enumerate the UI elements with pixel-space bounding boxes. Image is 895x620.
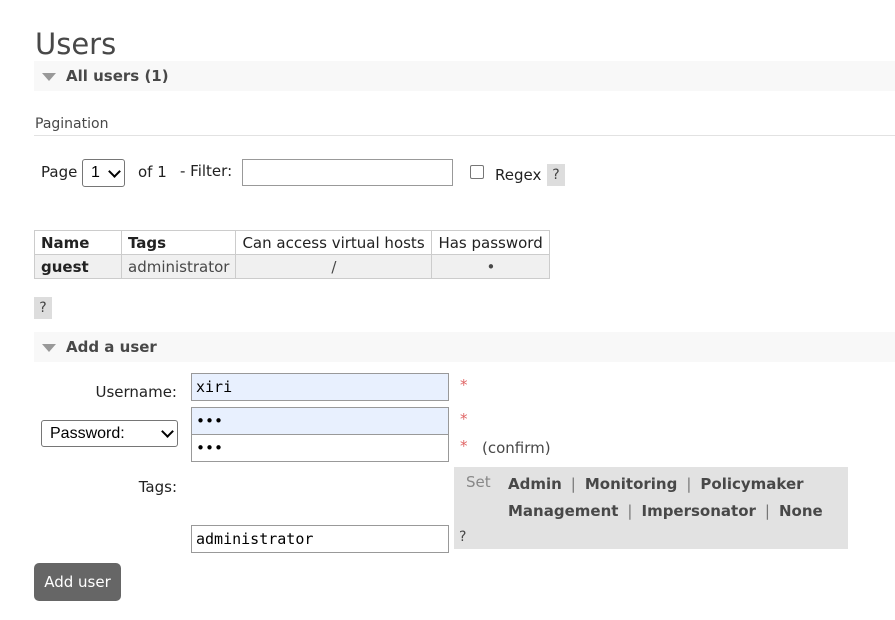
chevron-down-icon — [161, 425, 174, 438]
tag-separator: | — [686, 475, 692, 493]
tags-help-button[interactable]: ? — [459, 529, 466, 545]
user-name-link[interactable]: guest — [34, 254, 122, 279]
filter-label: - Filter: — [180, 162, 233, 180]
column-header-name[interactable]: Name — [34, 230, 122, 255]
chevron-down-icon — [108, 164, 121, 178]
tag-option-policymaker[interactable]: Policymaker — [700, 475, 803, 493]
table-help-button[interactable]: ? — [34, 297, 52, 319]
page-label: Page — [41, 163, 78, 181]
of-pages-label: of 1 — [138, 163, 167, 181]
collapse-triangle-icon — [42, 73, 56, 81]
tags-label: Tags: — [138, 478, 177, 496]
password-type-value: Password: — [50, 424, 125, 442]
column-header-vhosts[interactable]: Can access virtual hosts — [235, 230, 433, 255]
tag-option-admin[interactable]: Admin — [508, 475, 562, 493]
pagination-divider — [34, 135, 895, 136]
add-user-section-label: Add a user — [66, 338, 157, 356]
add-user-button[interactable]: Add user — [34, 563, 121, 601]
tag-option-monitoring[interactable]: Monitoring — [585, 475, 677, 493]
pagination-heading: Pagination — [35, 116, 109, 132]
password-type-select[interactable]: Password: — [41, 420, 178, 447]
tag-separator: | — [764, 502, 770, 520]
password-required-mark: * — [460, 410, 468, 428]
filter-input[interactable] — [242, 159, 453, 186]
all-users-section-header[interactable]: All users (1) — [34, 61, 895, 91]
password-confirm-input[interactable]: ••• — [191, 434, 449, 462]
regex-help-button[interactable]: ? — [547, 164, 565, 186]
confirm-required-mark: * — [460, 437, 468, 455]
tags-input[interactable]: administrator — [191, 525, 449, 553]
user-vhosts-cell: / — [235, 254, 433, 279]
column-header-has-password[interactable]: Has password — [431, 230, 551, 255]
password-input[interactable]: ••• — [191, 407, 449, 435]
tags-panel: Set Admin | Monitoring | Policymaker Managem… — [454, 467, 848, 549]
tag-separator: | — [627, 502, 633, 520]
set-tags-label: Set — [466, 473, 491, 491]
add-user-section-header[interactable]: Add a user — [34, 332, 895, 362]
regex-checkbox[interactable] — [470, 165, 484, 179]
user-tags-cell: administrator — [120, 254, 237, 279]
confirm-label: (confirm) — [482, 439, 551, 457]
username-label: Username: — [95, 383, 177, 401]
table-header-row: Name Tags Can access virtual hosts Has p… — [34, 230, 551, 255]
tag-options-row-1: Admin | Monitoring | Policymaker — [508, 475, 804, 493]
all-users-label: All users (1) — [66, 67, 169, 85]
page-select-value: 1 — [91, 164, 100, 181]
page-title: Users — [35, 27, 117, 61]
page-select[interactable]: 1 — [82, 159, 125, 187]
tag-option-management[interactable]: Management — [508, 502, 618, 520]
column-header-tags[interactable]: Tags — [120, 230, 237, 255]
tag-option-none[interactable]: None — [779, 502, 823, 520]
collapse-triangle-icon — [42, 344, 56, 352]
regex-label: Regex — [495, 166, 542, 184]
users-table: Name Tags Can access virtual hosts Has p… — [34, 230, 551, 279]
table-row[interactable]: guest administrator / • — [34, 254, 551, 279]
tag-options-row-2: Management | Impersonator | None — [508, 502, 823, 520]
username-input[interactable]: xiri — [191, 373, 449, 401]
tag-separator: | — [570, 475, 576, 493]
tag-option-impersonator[interactable]: Impersonator — [641, 502, 755, 520]
user-has-password-cell: • — [431, 254, 551, 279]
username-required-mark: * — [460, 376, 468, 394]
